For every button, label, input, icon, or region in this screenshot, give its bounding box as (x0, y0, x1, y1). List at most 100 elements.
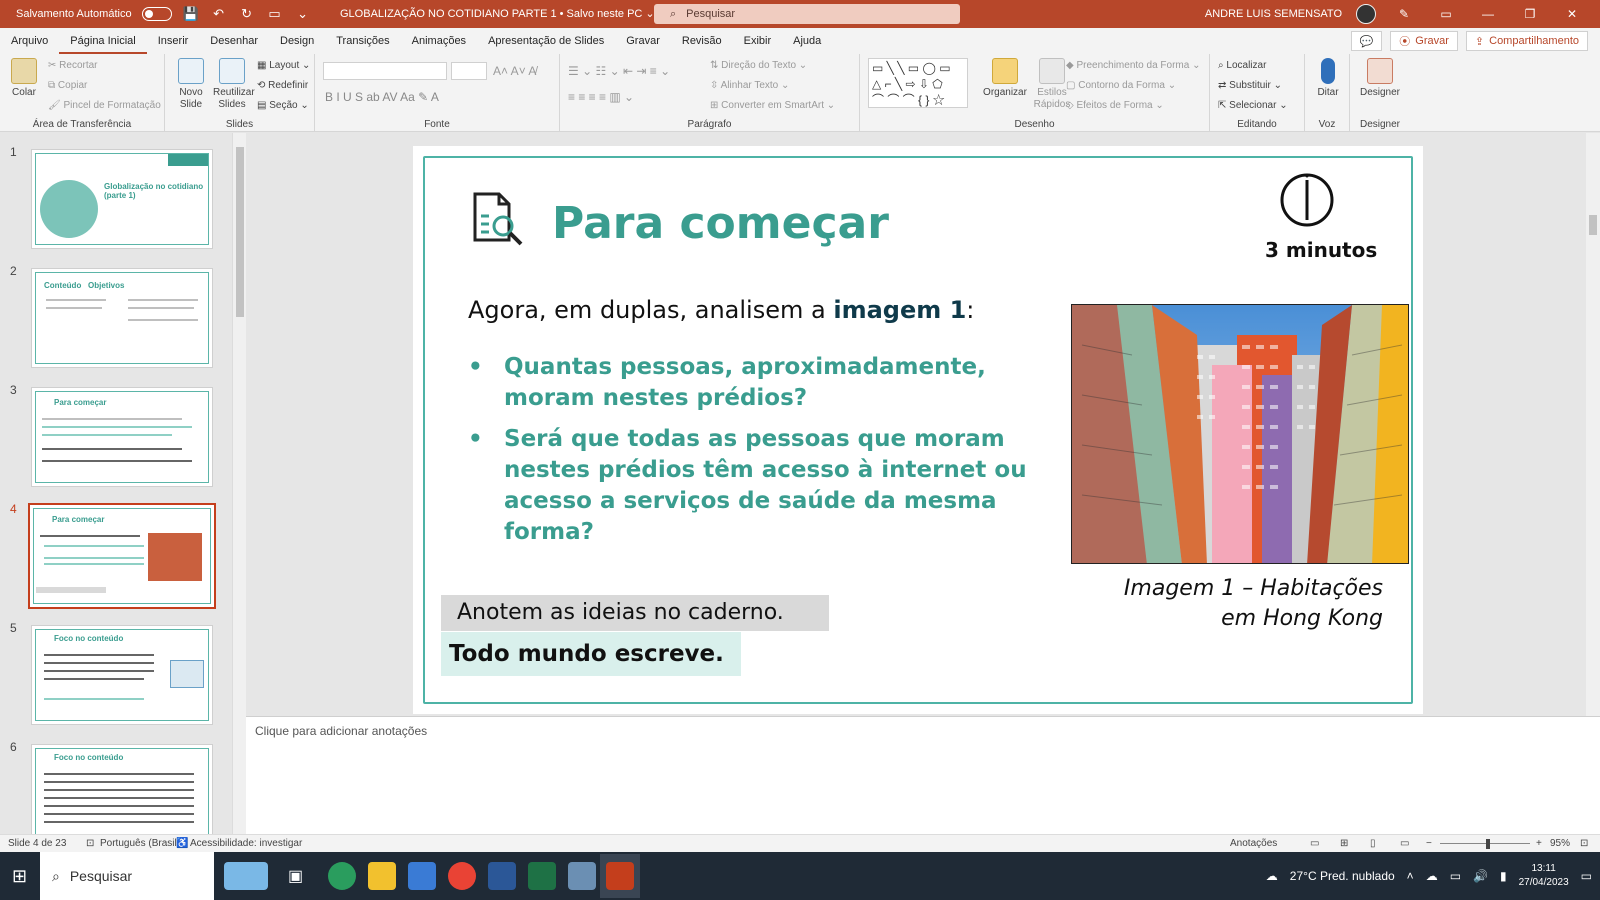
thumbnails-scrollbar[interactable] (232, 133, 246, 850)
comments-button[interactable]: 💬 (1350, 31, 1383, 51)
shapes-gallery[interactable]: ▭ ╲ ╲ ▭ ◯ ▭ △ ⌐ ╲ ⇨ ⇩ ⬠ ⌒ ⌒ ⌒ { } ☆ (868, 58, 968, 108)
shape-effects-button[interactable]: ◇ Efeitos de Forma ⌄ (1066, 100, 1164, 111)
text-direction-button[interactable]: ⇅ Direção do Texto ⌄ (710, 60, 807, 71)
instruction-emphasis[interactable]: Todo mundo escreve. (441, 632, 741, 676)
restore-icon[interactable]: ❐ (1516, 7, 1544, 21)
tab-animacoes[interactable]: Animações (401, 28, 477, 54)
reading-view-icon[interactable]: ▯ (1370, 838, 1376, 849)
record-button[interactable]: ⦿ Gravar (1390, 31, 1458, 51)
minimize-icon[interactable]: — (1474, 7, 1502, 21)
canvas-scrollbar[interactable] (1586, 133, 1600, 729)
shape-outline-button[interactable]: ▢ Contorno da Forma ⌄ (1066, 80, 1176, 91)
section-button[interactable]: ▤ Seção ⌄ (257, 100, 309, 111)
shape-fill-button[interactable]: ◆ Preenchimento da Forma ⌄ (1066, 60, 1200, 71)
tab-inserir[interactable]: Inserir (147, 28, 200, 54)
windows-start-icon[interactable]: ⊞ (12, 866, 27, 887)
customize-toolbar-icon[interactable]: ⌄ (294, 6, 312, 22)
search-box[interactable]: ⌕ Pesquisar (654, 4, 960, 24)
tray-chevron-icon[interactable]: ˄ (1407, 869, 1414, 883)
chrome-icon[interactable] (448, 862, 476, 890)
tab-revisao[interactable]: Revisão (671, 28, 733, 54)
designer-button[interactable]: Designer (1356, 58, 1404, 99)
redo-icon[interactable]: ↻ (238, 6, 256, 22)
scrollbar-thumb[interactable] (1589, 215, 1597, 235)
slideshow-icon[interactable]: ▭ (1400, 838, 1409, 849)
notes-pane[interactable]: Clique para adicionar anotações (246, 716, 1600, 834)
document-title[interactable]: GLOBALIZAÇÃO NO COTIDIANO PARTE 1 • Salv… (340, 7, 655, 20)
intro-text[interactable]: Agora, em duplas, analisem a imagem 1: (468, 296, 974, 324)
zoom-out-icon[interactable]: − (1426, 838, 1432, 849)
zoom-slider-thumb[interactable] (1486, 839, 1490, 849)
timer-label[interactable]: 3 minutos (1265, 238, 1377, 262)
reuse-slides-button[interactable]: Reutilizar Slides (213, 58, 255, 111)
arrange-button[interactable]: Organizar (982, 58, 1028, 99)
autosave-toggle[interactable] (141, 7, 172, 21)
spellcheck-icon[interactable]: ⊡ (86, 838, 94, 849)
slide-thumbnail-5[interactable]: Foco no conteúdo (31, 625, 213, 725)
tab-transicoes[interactable]: Transições (325, 28, 400, 54)
zoom-slider[interactable] (1440, 843, 1530, 844)
tab-pagina-inicial[interactable]: Página Inicial (59, 28, 147, 54)
instruction-note[interactable]: Anotem as ideias no caderno. (441, 595, 829, 631)
volume-icon[interactable]: 🔊 (1473, 869, 1488, 883)
font-format-icons[interactable]: B I U S ab AV Aa ✎ A (325, 90, 439, 104)
font-grow-icon[interactable]: A˄ A˅ A̸ (493, 64, 536, 78)
avatar[interactable] (1356, 4, 1376, 24)
share-button[interactable]: ⇪ Compartilhamento (1465, 31, 1588, 51)
present-icon[interactable]: ▭ (266, 6, 284, 22)
network-icon[interactable]: ▭ (1450, 869, 1461, 883)
taskbar-search[interactable]: ⌕ Pesquisar (40, 852, 214, 900)
tab-desenhar[interactable]: Desenhar (199, 28, 269, 54)
excel-icon[interactable] (528, 862, 556, 890)
new-slide-button[interactable]: Novo Slide (173, 58, 209, 111)
find-button[interactable]: ⌕ Localizar (1218, 60, 1266, 71)
file-explorer-icon[interactable] (368, 862, 396, 890)
smartart-button[interactable]: ⊞ Converter em SmartArt ⌄ (710, 100, 835, 111)
tab-ajuda[interactable]: Ajuda (782, 28, 832, 54)
slide-title[interactable]: Para começar (552, 198, 889, 249)
accessibility-label[interactable]: Acessibilidade: investigar (190, 838, 302, 849)
pen-icon[interactable]: ✎ (1390, 7, 1418, 21)
fit-slide-icon[interactable]: ⊡ (1580, 838, 1588, 849)
tab-exibir[interactable]: Exibir (733, 28, 783, 54)
language-label[interactable]: Português (Brasil) (100, 838, 180, 849)
ribbon-display-icon[interactable]: ▭ (1432, 7, 1460, 21)
notifications-icon[interactable]: ▭ (1581, 869, 1592, 883)
battery-icon[interactable]: ▮ (1500, 869, 1507, 883)
tab-apresentacao[interactable]: Apresentação de Slides (477, 28, 615, 54)
slide-thumbnail-4[interactable]: Para começar (28, 503, 216, 609)
align-text-button[interactable]: ⇳ Alinhar Texto ⌄ (710, 80, 789, 91)
format-painter-button[interactable]: 🖌 Pincel de Formatação (48, 100, 161, 111)
image-caption[interactable]: Imagem 1 – Habitações em Hong Kong (1053, 574, 1383, 634)
undo-icon[interactable]: ↶ (210, 6, 228, 22)
replace-button[interactable]: ⇄ Substituir ⌄ (1218, 80, 1282, 91)
zoom-level[interactable]: 95% (1550, 838, 1570, 849)
bullet-item[interactable]: • Será que todas as pessoas que moram ne… (468, 424, 1048, 548)
select-button[interactable]: ⇱ Selecionar ⌄ (1218, 100, 1288, 111)
tab-gravar[interactable]: Gravar (615, 28, 671, 54)
cut-button[interactable]: ✂ Recortar (48, 60, 98, 71)
font-family-select[interactable] (323, 62, 447, 80)
normal-view-icon[interactable]: ▭ (1310, 838, 1319, 849)
slide-thumbnail-1[interactable]: Globalização no cotidiano (parte 1) (31, 149, 213, 249)
save-icon[interactable]: 💾 (182, 6, 200, 22)
list-icons[interactable]: ☰ ⌄ ☷ ⌄ ⇤ ⇥ ≡ ⌄ (568, 64, 670, 78)
hong-kong-buildings-photo[interactable] (1071, 304, 1409, 564)
settings-app-icon[interactable] (568, 862, 596, 890)
slide-thumbnail-3[interactable]: Para começar (31, 387, 213, 487)
edge-icon[interactable] (328, 862, 356, 890)
tab-design[interactable]: Design (269, 28, 325, 54)
onedrive-icon[interactable]: ☁ (1426, 869, 1438, 883)
paste-button[interactable]: Colar (8, 58, 40, 99)
copy-button[interactable]: ⧉ Copiar (48, 80, 87, 91)
widgets-icon[interactable] (224, 862, 268, 890)
align-icons[interactable]: ≡ ≡ ≡ ≡ ▥ ⌄ (568, 90, 634, 104)
slide-thumbnail-2[interactable]: Conteúdo Objetivos (31, 268, 213, 368)
slide-sorter-icon[interactable]: ⊞ (1340, 838, 1348, 849)
weather-label[interactable]: 27°C Pred. nublado (1290, 869, 1395, 883)
notes-toggle[interactable]: Anotações (1230, 838, 1277, 849)
task-view-icon[interactable]: ▣ (288, 866, 303, 886)
reset-button[interactable]: ⟲ Redefinir (257, 80, 308, 91)
close-icon[interactable]: ✕ (1558, 7, 1586, 21)
tab-arquivo[interactable]: Arquivo (0, 28, 59, 54)
